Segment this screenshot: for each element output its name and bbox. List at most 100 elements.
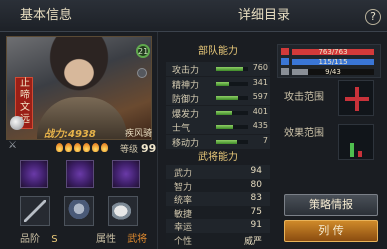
basic-info-title: 基本信息: [20, 8, 73, 23]
effect-range-icon: [350, 143, 362, 157]
ability-value: 80: [250, 179, 262, 190]
ability-label: 统率: [174, 196, 193, 206]
general-stat-row: 统率 83: [166, 192, 270, 206]
grade-label: 品阶: [20, 234, 40, 245]
weapon-icon: [24, 200, 46, 222]
effect-range-label: 效果范围: [284, 128, 324, 139]
grade-row: 品阶 S: [20, 230, 58, 245]
attack-range-grid: [338, 80, 374, 116]
attribute-row: 属性 武将: [96, 230, 147, 245]
power-label: 战力:: [44, 129, 68, 140]
stat-value: 7: [262, 135, 268, 145]
mp-text: 115/115: [318, 58, 348, 66]
exp-text: 9/43: [325, 68, 341, 76]
ability-label: 个性: [174, 236, 193, 247]
ability-label: 敏捷: [174, 209, 193, 220]
resource-box: 763/763 115/115 9/43: [277, 44, 381, 78]
attack-range-icon: [345, 87, 369, 111]
stat-value: 597: [252, 92, 268, 101]
skill-slot-1[interactable]: [20, 160, 48, 188]
stat-bar: [216, 81, 248, 86]
stat-value: 760: [252, 63, 268, 72]
armor-icon: [68, 200, 90, 222]
attribute-label: 属性: [96, 234, 116, 245]
stat-bar: [216, 110, 248, 115]
ability-label: 武力: [174, 169, 193, 179]
horse-icon: [112, 200, 134, 222]
ability-value: 94: [250, 166, 262, 176]
star-flame-icon: [74, 143, 81, 152]
stat-label: 攻击力: [172, 66, 200, 76]
stat-bar-fill: [216, 96, 239, 100]
detail-catalog-title: 详细目录: [238, 8, 291, 23]
skill-slot-3[interactable]: [112, 160, 140, 188]
strategy-info-button[interactable]: 策略情报: [284, 194, 378, 216]
sword-icon: ⚔: [8, 140, 17, 151]
stat-bar-fill: [216, 81, 230, 86]
general-stat-row: 智力 80: [166, 178, 270, 193]
stat-label: 士气: [172, 124, 191, 134]
level-value: 99: [141, 142, 157, 155]
ability-label: 幸运: [174, 223, 193, 233]
stat-bar: [216, 67, 248, 71]
level-badge: 21: [136, 44, 150, 58]
hp-text: 763/763: [318, 48, 348, 56]
ability-label: 智力: [174, 182, 193, 193]
grade-value: S: [51, 234, 58, 245]
troop-stat-row: 士气 435: [166, 120, 270, 134]
ability-value: 91: [250, 220, 262, 230]
general-panel-title: 武将能力: [198, 152, 238, 163]
skill-slot-2[interactable]: [66, 160, 94, 188]
hp-icon: [281, 48, 289, 55]
star-flame-icon: [101, 143, 108, 152]
stat-bar-fill: [216, 67, 244, 71]
ability-value: 威严: [243, 236, 262, 247]
ability-value: 83: [250, 193, 262, 203]
power-value: 4938: [68, 129, 96, 140]
stat-value: 341: [252, 77, 268, 87]
level-label: 等级: [120, 145, 139, 155]
armor-slot[interactable]: [64, 196, 94, 226]
stat-bar-fill: [216, 110, 232, 115]
stat-label: 精神力: [172, 80, 200, 91]
stat-label: 移动力: [172, 138, 200, 149]
troop-stat-row: 防御力 597: [166, 91, 270, 105]
ability-value: 75: [250, 206, 262, 217]
stat-bar: [216, 96, 248, 100]
stat-bar: [216, 125, 248, 129]
stat-bar-fill: [216, 125, 233, 129]
star-flame-icon: [92, 143, 99, 152]
general-stat-row: 个性 威严: [166, 232, 270, 247]
general-stat-row: 幸运 91: [166, 219, 270, 233]
star-flame-icon: [83, 143, 90, 152]
troop-stat-row: 移动力 7: [166, 134, 270, 149]
general-stat-row: 敏捷 75: [166, 205, 270, 220]
attack-range-label: 攻击范围: [284, 92, 324, 103]
mp-icon: [281, 58, 289, 65]
divider: [157, 32, 158, 249]
help-button[interactable]: ?: [365, 9, 381, 25]
troop-stat-row: 爆发力 401: [166, 105, 270, 120]
stat-label: 爆发力: [172, 109, 200, 120]
troop-stat-row: 精神力 341: [166, 76, 270, 91]
star-flame-icon: [65, 143, 72, 152]
stat-value: 435: [252, 121, 268, 130]
troop-type: 疾风骑: [124, 129, 152, 139]
star-rating: [56, 142, 116, 154]
biography-button[interactable]: 列 传: [284, 220, 378, 242]
exp-icon: [281, 68, 289, 75]
star-flame-icon: [56, 143, 63, 152]
troop-stat-row: 攻击力 760: [166, 62, 270, 76]
status-icon: [137, 68, 147, 78]
attribute-value: 武将: [127, 234, 148, 245]
stat-bar: [216, 139, 248, 144]
effect-range-grid: [338, 124, 374, 160]
mount-slot[interactable]: [108, 196, 138, 226]
weapon-slot[interactable]: [20, 196, 50, 226]
level-display: 等级 99: [120, 142, 160, 155]
troop-panel-title: 部队能力: [198, 46, 238, 57]
general-stat-row: 武力 94: [166, 165, 270, 179]
orb-icon: [10, 116, 24, 130]
stat-bar-fill: [216, 139, 237, 144]
stat-label: 防御力: [172, 95, 200, 105]
